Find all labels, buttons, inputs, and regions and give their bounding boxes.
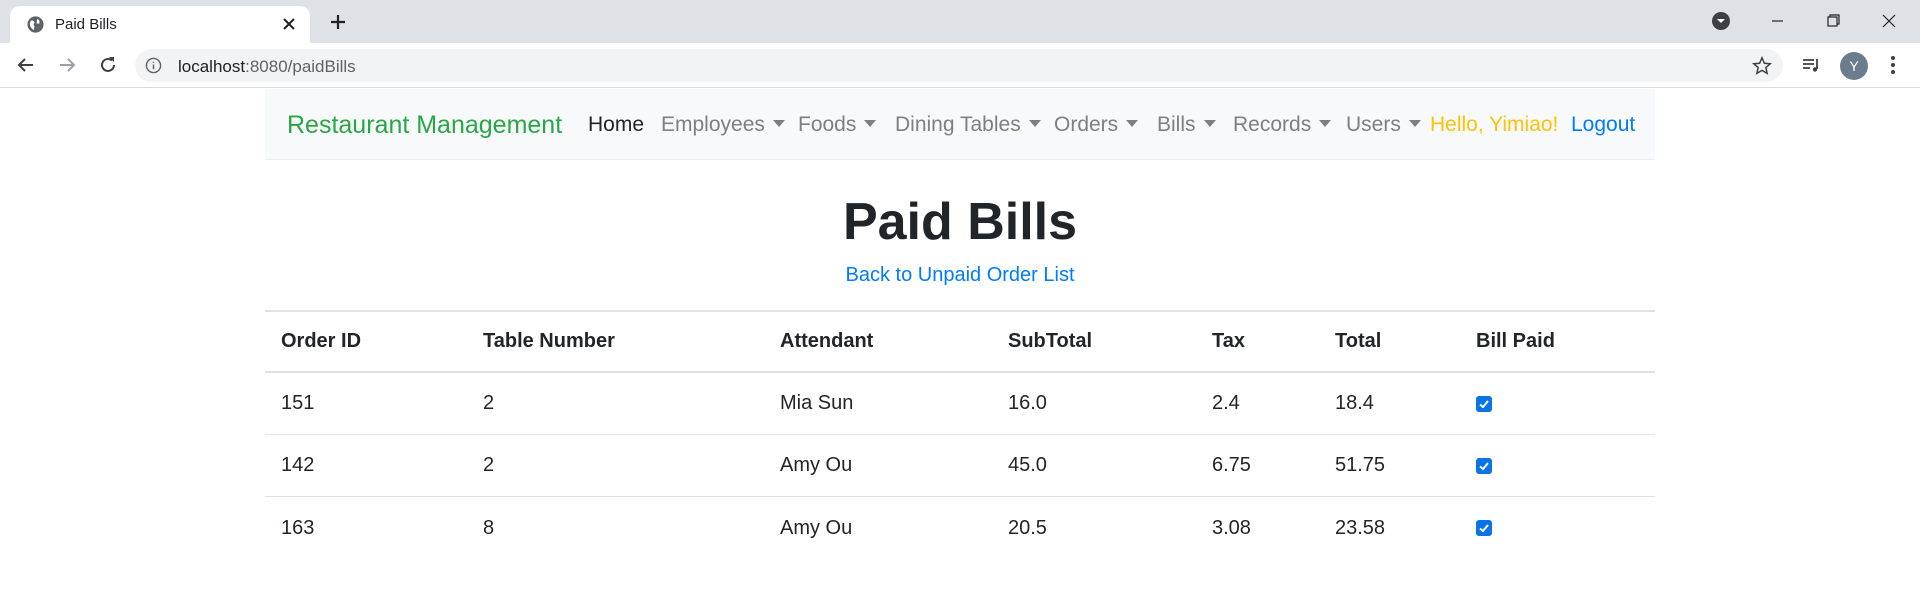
header-tax: Tax (1212, 330, 1245, 352)
url-text: localhost:8080/paidBills (178, 57, 356, 77)
forward-arrow-icon[interactable] (54, 52, 80, 78)
cell-order-id: 151 (281, 392, 315, 414)
cell-subtotal: 16.0 (1008, 392, 1047, 414)
url-host: localhost (178, 57, 246, 76)
header-attendant: Attendant (780, 330, 874, 352)
close-icon[interactable] (278, 13, 300, 35)
cell-total: 18.4 (1335, 392, 1374, 414)
cell-total: 51.75 (1335, 454, 1386, 476)
cell-subtotal: 20.5 (1008, 516, 1047, 539)
table-header-row: Order ID Table Number Attendant SubTotal… (265, 310, 1655, 373)
header-subtotal: SubTotal (1008, 330, 1093, 352)
header-order-id: Order ID (281, 330, 362, 352)
caret-down-icon (1408, 120, 1421, 127)
table-row: 163 8 Amy Ou 20.5 3.08 23.58 (265, 497, 1655, 559)
minimize-icon[interactable] (1754, 6, 1800, 36)
header-bill-paid: Bill Paid (1476, 330, 1555, 352)
user-greeting: Hello, Yimiao! (1430, 113, 1559, 136)
caret-down-icon (772, 120, 785, 127)
cell-table-number: 8 (483, 516, 495, 539)
back-arrow-icon[interactable] (13, 52, 39, 78)
nav-foods-dropdown[interactable]: Foods (798, 113, 877, 137)
cell-table-number: 2 (483, 392, 495, 414)
nav-orders-label: Orders (1054, 113, 1119, 136)
nav-employees-dropdown[interactable]: Employees (661, 113, 785, 137)
nav-orders-dropdown[interactable]: Orders (1054, 113, 1139, 137)
cell-order-id: 142 (281, 454, 315, 476)
bill-paid-checkbox[interactable] (1476, 457, 1492, 474)
caret-down-icon (1203, 120, 1216, 127)
bill-paid-cell (1476, 435, 1492, 496)
checkmark-icon (1479, 461, 1489, 470)
restore-icon[interactable] (1810, 6, 1856, 36)
cell-tax: 2.4 (1212, 392, 1240, 414)
tab-search-icon[interactable] (1710, 10, 1732, 32)
bill-paid-checkbox[interactable] (1476, 520, 1492, 536)
nav-employees-label: Employees (661, 113, 765, 136)
browser-tab[interactable]: Paid Bills (10, 6, 310, 43)
browser-tabstrip: Paid Bills (0, 0, 1920, 43)
cell-tax: 3.08 (1212, 516, 1251, 539)
globe-icon (27, 16, 44, 33)
site-navbar: Restaurant Management Home Employees Foo… (265, 89, 1655, 160)
cell-attendant: Amy Ou (780, 516, 853, 539)
url-path: :8080/paidBills (245, 57, 356, 76)
nav-users-dropdown[interactable]: Users (1346, 113, 1421, 137)
more-menu-icon[interactable] (1880, 52, 1906, 78)
window-close-icon[interactable] (1866, 6, 1912, 36)
cell-attendant: Amy Ou (780, 454, 853, 476)
tab-title: Paid Bills (55, 16, 117, 33)
new-tab-icon[interactable] (325, 9, 351, 35)
bill-paid-checkbox[interactable] (1476, 395, 1492, 412)
nav-foods-label: Foods (798, 113, 857, 136)
caret-down-icon (1028, 120, 1041, 127)
media-control-icon[interactable] (1798, 52, 1824, 78)
nav-records-label: Records (1233, 113, 1312, 136)
nav-records-dropdown[interactable]: Records (1233, 113, 1332, 137)
info-icon[interactable] (145, 57, 162, 74)
cell-order-id: 163 (281, 516, 315, 539)
header-table-number: Table Number (483, 330, 615, 352)
caret-down-icon (864, 120, 877, 127)
paid-bills-table: Order ID Table Number Attendant SubTotal… (265, 310, 1655, 559)
address-bar[interactable]: localhost:8080/paidBills (135, 49, 1783, 82)
cell-tax: 6.75 (1212, 454, 1251, 476)
page-content: Restaurant Management Home Employees Foo… (0, 89, 1920, 610)
header-total: Total (1335, 330, 1382, 352)
cell-table-number: 2 (483, 454, 495, 476)
table-row: 142 2 Amy Ou 45.0 6.75 51.75 (265, 435, 1655, 497)
cell-total: 23.58 (1335, 516, 1386, 539)
nav-home[interactable]: Home (588, 113, 644, 137)
bill-paid-cell (1476, 497, 1492, 559)
nav-dining-tables-label: Dining Tables (895, 113, 1021, 136)
cell-subtotal: 45.0 (1008, 454, 1047, 476)
caret-down-icon (1319, 120, 1332, 127)
reload-icon[interactable] (95, 52, 121, 78)
checkmark-icon (1479, 524, 1489, 533)
bill-paid-cell (1476, 373, 1492, 434)
nav-users-label: Users (1346, 113, 1401, 136)
nav-bills-label: Bills (1157, 113, 1196, 136)
nav-dining-tables-dropdown[interactable]: Dining Tables (895, 113, 1041, 137)
table-row: 151 2 Mia Sun 16.0 2.4 18.4 (265, 373, 1655, 435)
back-to-unpaid-orders-link[interactable]: Back to Unpaid Order List (0, 264, 1920, 287)
brand-link[interactable]: Restaurant Management (287, 111, 562, 140)
browser-toolbar: localhost:8080/paidBills Y (0, 43, 1920, 88)
nav-bills-dropdown[interactable]: Bills (1157, 113, 1216, 137)
page-title: Paid Bills (842, 193, 1078, 251)
checkmark-icon (1479, 399, 1489, 408)
cell-attendant: Mia Sun (780, 392, 854, 414)
bookmark-star-icon[interactable] (1751, 55, 1773, 77)
caret-down-icon (1126, 120, 1139, 127)
profile-avatar[interactable]: Y (1840, 52, 1868, 80)
logout-link[interactable]: Logout (1571, 113, 1635, 137)
